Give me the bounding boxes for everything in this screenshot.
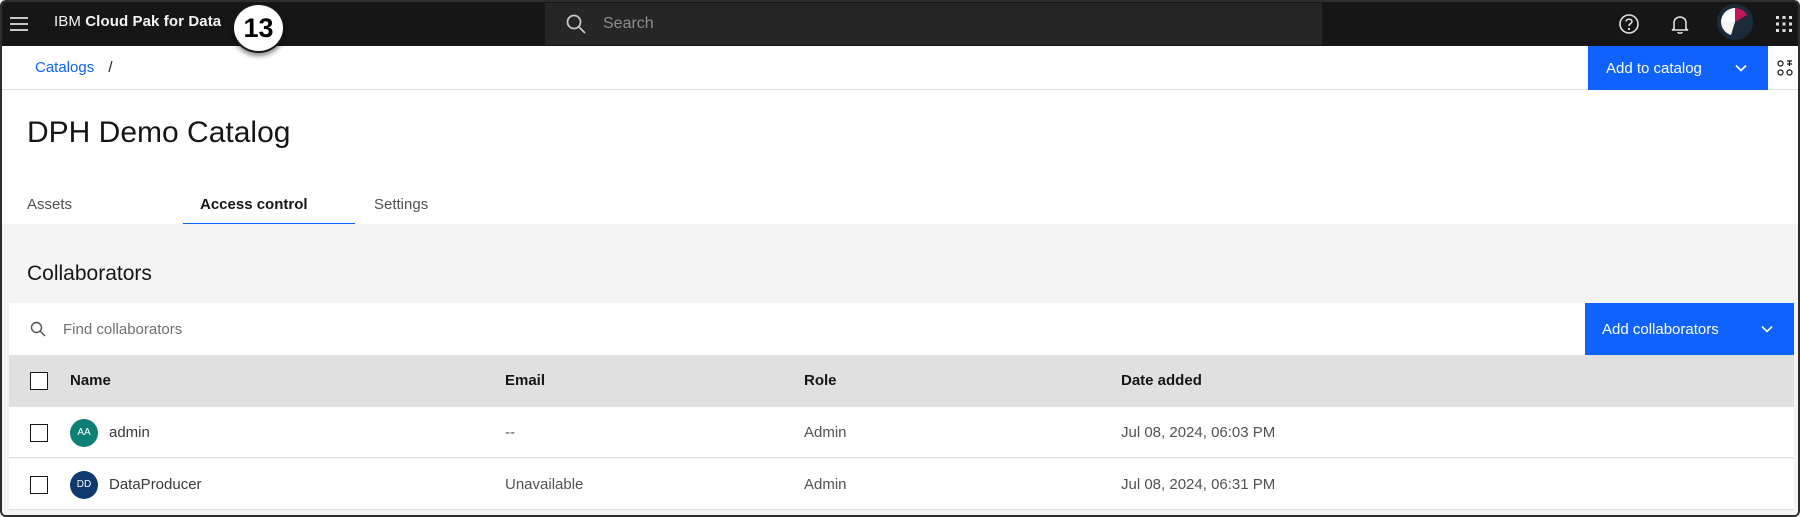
- find-collaborators-input[interactable]: Find collaborators: [9, 303, 1585, 355]
- app-window: IBM Cloud Pak for Data Search 13 Catalog…: [0, 0, 1800, 517]
- breadcrumb-bar: Catalogs /: [2, 46, 1798, 90]
- row-checkbox[interactable]: [30, 476, 48, 494]
- page-title: DPH Demo Catalog: [27, 116, 291, 149]
- step-badge: 13: [232, 3, 285, 53]
- table-row[interactable]: AA admin -- Admin Jul 08, 2024, 06:03 PM: [9, 407, 1794, 458]
- tab-settings[interactable]: Settings: [374, 189, 524, 225]
- collaborator-name: admin: [109, 424, 150, 441]
- side-panel-toggle-icon[interactable]: [1768, 46, 1798, 90]
- help-icon[interactable]: [1604, 2, 1654, 46]
- collaborator-role: Admin: [804, 424, 847, 441]
- tab-assets[interactable]: Assets: [27, 189, 177, 225]
- collaborator-name: DataProducer: [109, 476, 202, 493]
- brand-prefix: IBM: [54, 13, 81, 30]
- avatar: AA: [70, 419, 98, 447]
- column-header-name[interactable]: Name: [70, 355, 111, 407]
- add-collaborators-label: Add collaborators: [1602, 320, 1719, 338]
- add-to-catalog-button[interactable]: Add to catalog: [1588, 46, 1768, 90]
- menu-icon[interactable]: [2, 2, 36, 46]
- breadcrumb-catalogs-link[interactable]: Catalogs: [35, 59, 94, 76]
- column-header-email[interactable]: Email: [505, 355, 545, 407]
- breadcrumb: Catalogs /: [35, 46, 113, 90]
- app-switcher-icon[interactable]: [1765, 2, 1798, 46]
- avatar: DD: [70, 471, 98, 499]
- column-header-date-added[interactable]: Date added: [1121, 355, 1202, 407]
- collaborator-role: Admin: [804, 476, 847, 493]
- column-header-role[interactable]: Role: [804, 355, 837, 407]
- find-collaborators-placeholder: Find collaborators: [63, 320, 183, 338]
- chevron-down-icon[interactable]: [1760, 322, 1774, 340]
- search-icon: [29, 320, 47, 338]
- table-row[interactable]: DD DataProducer Unavailable Admin Jul 08…: [9, 459, 1794, 510]
- table-header: Name Email Role Date added: [9, 355, 1794, 407]
- section-title: Collaborators: [27, 262, 152, 285]
- tab-access-control[interactable]: Access control: [183, 189, 355, 225]
- select-all-checkbox[interactable]: [30, 372, 48, 390]
- user-avatar[interactable]: [1717, 4, 1753, 40]
- product-name[interactable]: IBM Cloud Pak for Data: [54, 2, 221, 46]
- brand-title: Cloud Pak for Data: [85, 13, 222, 30]
- notification-icon[interactable]: [1655, 2, 1705, 46]
- add-collaborators-button[interactable]: Add collaborators: [1585, 303, 1794, 355]
- breadcrumb-separator: /: [108, 59, 113, 76]
- collaborator-date-added: Jul 08, 2024, 06:03 PM: [1121, 424, 1276, 441]
- add-to-catalog-label: Add to catalog: [1606, 59, 1702, 77]
- search-icon: [565, 13, 587, 35]
- collaborator-email: Unavailable: [505, 476, 584, 493]
- collaborator-date-added: Jul 08, 2024, 06:31 PM: [1121, 476, 1276, 493]
- global-search-input[interactable]: Search: [545, 3, 1322, 45]
- search-placeholder: Search: [603, 15, 654, 32]
- row-checkbox[interactable]: [30, 424, 48, 442]
- tab-list: Assets Access control Settings: [2, 189, 529, 225]
- chevron-down-icon[interactable]: [1734, 61, 1748, 79]
- collaborator-email: --: [505, 424, 515, 441]
